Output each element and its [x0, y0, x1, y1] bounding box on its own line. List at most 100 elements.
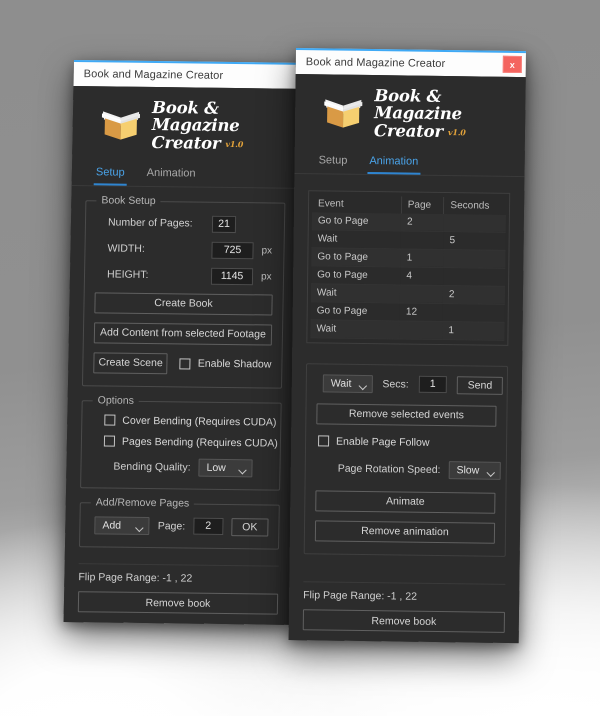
right-remove-book-button[interactable]: Remove book [302, 609, 505, 633]
pages-row: Number of Pages: 21 [96, 214, 274, 233]
left-footer-divider [78, 563, 279, 567]
height-input[interactable]: 1145 [210, 267, 254, 286]
cell-event: Wait [310, 319, 400, 339]
cell-page [399, 320, 443, 340]
add-content-button[interactable]: Add Content from selected Footage [93, 322, 273, 346]
create-book-button[interactable]: Create Book [94, 292, 273, 316]
cell-event: Go to Page [310, 301, 401, 321]
cover-bending-row[interactable]: Cover Bending (Requires CUDA) [92, 414, 277, 429]
add-remove-pages-group: Add/Remove Pages Add Page: 2 OK [78, 496, 280, 550]
page-rotation-speed-row: Page Rotation Speed: Slow [316, 459, 501, 480]
logo-line-2-row: Creator v1.0 [373, 120, 525, 141]
add-remove-row: Add Page: 2 OK [90, 516, 269, 537]
add-remove-title: Add/Remove Pages [90, 496, 195, 510]
col-header-page: Page [401, 196, 445, 214]
remove-selected-events-button[interactable]: Remove selected events [316, 403, 497, 427]
left-panel-body: Book & Magazine Creator v1.0 Setup Animat… [63, 86, 302, 625]
page-label: Page: [157, 520, 186, 533]
bending-quality-row: Bending Quality: Low [91, 457, 269, 478]
left-window-title: Book and Magazine Creator [83, 68, 224, 82]
enable-page-follow-checkbox[interactable] [318, 435, 330, 447]
enable-shadow-label: Enable Shadow [197, 358, 272, 371]
page-rotation-speed-select[interactable]: Slow [448, 461, 501, 480]
cell-page [400, 284, 443, 304]
tab-setup[interactable]: Setup [93, 164, 127, 186]
enable-shadow-row[interactable]: Enable Shadow [179, 358, 272, 371]
right-flip-range: Flip Page Range: -1 , 22 [303, 589, 418, 603]
secs-label: Secs: [382, 378, 409, 391]
width-unit: px [261, 245, 273, 257]
width-label: WIDTH: [107, 242, 145, 256]
width-input[interactable]: 725 [211, 241, 254, 260]
close-icon[interactable]: x [502, 55, 522, 74]
logo-line-2: Creator [373, 120, 444, 141]
table-row[interactable]: Wait 1 [310, 319, 505, 341]
width-row: WIDTH: 725 px [95, 240, 273, 260]
right-titlebar: Book and Magazine Creator x [295, 48, 526, 78]
logo-line-2-row: Creator v1.0 [151, 132, 300, 153]
page-input[interactable]: 2 [193, 518, 224, 536]
height-unit: px [260, 271, 272, 283]
pages-bending-label: Pages Bending (Requires CUDA) [121, 435, 278, 450]
col-header-seconds: Seconds [443, 196, 507, 215]
create-scene-row: Create Scene Enable Shadow [93, 352, 272, 375]
bending-quality-select[interactable]: Low [198, 458, 253, 478]
app-screenshot: Book and Magazine Creator Book & Magazin… [0, 0, 600, 716]
cell-event: Go to Page [311, 265, 401, 285]
cell-event: Wait [310, 283, 401, 303]
height-row: HEIGHT: 1145 px [95, 266, 273, 286]
left-remove-book-button[interactable]: Remove book [77, 591, 279, 615]
events-table-body: Go to Page 2 Wait 5 Go to Page 1 Go to P… [310, 212, 506, 341]
page-rotation-speed-label: Page Rotation Speed: [337, 462, 441, 476]
event-entry-row: Wait Secs: 1 Send [317, 374, 504, 395]
animate-button[interactable]: Animate [315, 490, 496, 514]
open-book-icon [101, 111, 141, 140]
right-logo: Book & Magazine Creator v1.0 [295, 74, 526, 149]
options-group: Options Cover Bending (Requires CUDA) Pa… [80, 394, 282, 491]
event-type-select[interactable]: Wait [322, 374, 373, 394]
tab-animation[interactable]: Animation [367, 152, 421, 175]
left-window: Book and Magazine Creator Book & Magazin… [63, 60, 303, 625]
cover-bending-checkbox[interactable] [104, 414, 116, 427]
cell-seconds: 1 [442, 321, 505, 341]
tab-setup[interactable]: Setup [316, 152, 349, 173]
cell-seconds: 2 [442, 285, 506, 305]
cell-seconds [443, 213, 506, 233]
bending-quality-label: Bending Quality: [113, 460, 191, 474]
enable-page-follow-row[interactable]: Enable Page Follow [316, 435, 496, 449]
cell-event: Go to Page [311, 247, 401, 267]
ok-button[interactable]: OK [231, 518, 269, 537]
left-flip-range: Flip Page Range: -1 , 22 [78, 571, 193, 585]
left-titlebar: Book and Magazine Creator [73, 60, 302, 89]
right-tabs: Setup Animation [294, 145, 525, 178]
left-footer: Flip Page Range: -1 , 22 Remove book [64, 563, 293, 615]
events-table-wrapper[interactable]: Event Page Seconds Go to Page 2 Wait 5 G… [306, 190, 511, 346]
cell-page [400, 230, 444, 250]
pages-bending-checkbox[interactable] [103, 435, 116, 448]
logo-line-2: Creator [151, 132, 221, 153]
send-button[interactable]: Send [456, 376, 504, 395]
events-table: Event Page Seconds Go to Page 2 Wait 5 G… [310, 195, 507, 341]
add-remove-action-select[interactable]: Add [94, 516, 150, 535]
create-scene-button[interactable]: Create Scene [93, 352, 169, 375]
pages-bending-row[interactable]: Pages Bending (Requires CUDA) [92, 435, 278, 450]
right-window-title: Book and Magazine Creator [305, 56, 446, 71]
right-window: Book and Magazine Creator x Book & Magaz… [288, 48, 526, 644]
cell-event: Wait [311, 229, 401, 249]
cell-event: Go to Page [311, 212, 402, 231]
options-title: Options [92, 394, 140, 407]
cell-page: 1 [400, 248, 444, 268]
cell-seconds [442, 303, 505, 323]
col-header-event: Event [311, 195, 402, 214]
logo-line-1: Book & Magazine [374, 86, 463, 124]
secs-input[interactable]: 1 [418, 376, 447, 394]
remove-animation-button[interactable]: Remove animation [314, 520, 496, 544]
cell-seconds [443, 249, 506, 269]
pages-label: Number of Pages: [107, 216, 193, 230]
tab-animation[interactable]: Animation [144, 165, 197, 187]
enable-shadow-checkbox[interactable] [179, 358, 191, 370]
cell-seconds [442, 267, 506, 287]
pages-input[interactable]: 21 [211, 215, 237, 233]
right-footer-divider [303, 581, 506, 585]
right-panel-body: Book & Magazine Creator v1.0 Setup Animat… [288, 74, 526, 644]
